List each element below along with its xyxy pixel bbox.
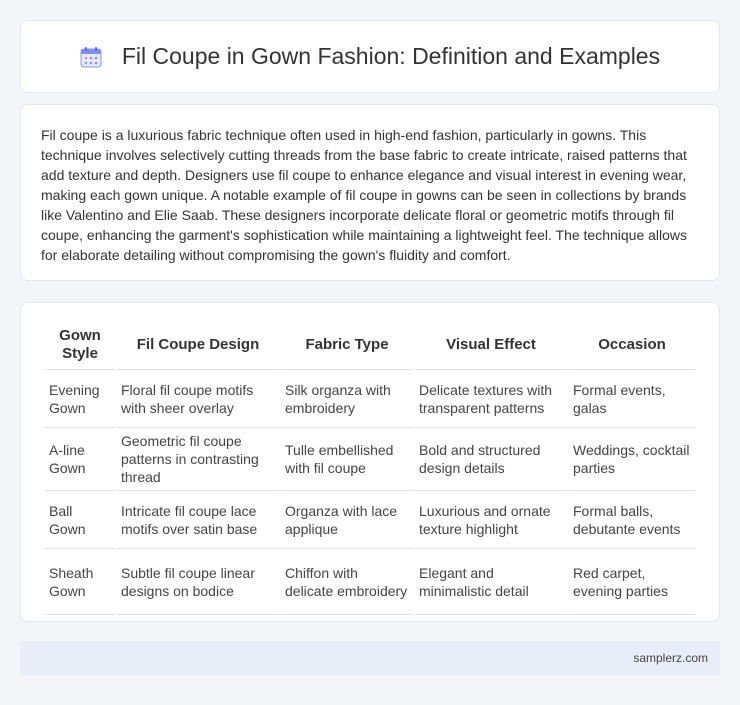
page-title: Fil Coupe in Gown Fashion: Definition an…	[121, 43, 661, 69]
table-cell: Elegant and minimalistic detail	[415, 549, 567, 615]
table-cell: Formal events, galas	[569, 370, 695, 428]
footer-site-link[interactable]: samplerz.com	[633, 651, 708, 665]
column-header: Visual Effect	[415, 323, 567, 370]
table-cell: Subtle fil coupe linear designs on bodic…	[117, 549, 279, 615]
table-cell: Organza with lace applique	[281, 491, 413, 549]
table-cell: Formal balls, debutante events	[569, 491, 695, 549]
table-cell: Evening Gown	[45, 370, 115, 428]
table-cell: Bold and structured design details	[415, 428, 567, 491]
table-cell: Delicate textures with transparent patte…	[415, 370, 567, 428]
column-header: Fabric Type	[281, 323, 413, 370]
table-cell: Red carpet, evening parties	[569, 549, 695, 615]
table-header-row: Gown Style Fil Coupe Design Fabric Type …	[45, 323, 695, 370]
column-header: Fil Coupe Design	[117, 323, 279, 370]
gown-table: Gown Style Fil Coupe Design Fabric Type …	[43, 323, 697, 615]
calendar-icon	[80, 46, 102, 68]
table-row: Evening Gown Floral fil coupe motifs wit…	[45, 370, 695, 428]
table-cell: A-line Gown	[45, 428, 115, 491]
table-cell: Intricate fil coupe lace motifs over sat…	[117, 491, 279, 549]
table-cell: Tulle embellished with fil coupe	[281, 428, 413, 491]
table-cell: Geometric fil coupe patterns in contrast…	[117, 428, 279, 491]
intro-card: Fil coupe is a luxurious fabric techniqu…	[20, 104, 720, 281]
table-row: A-line Gown Geometric fil coupe patterns…	[45, 428, 695, 491]
footer: samplerz.com	[20, 641, 720, 675]
table-cell: Floral fil coupe motifs with sheer overl…	[117, 370, 279, 428]
table-card: Gown Style Fil Coupe Design Fabric Type …	[20, 302, 720, 622]
table-cell: Luxurious and ornate texture highlight	[415, 491, 567, 549]
column-header: Occasion	[569, 323, 695, 370]
table-cell: Chiffon with delicate embroidery	[281, 549, 413, 615]
title-card: Fil Coupe in Gown Fashion: Definition an…	[20, 20, 720, 93]
table-cell: Ball Gown	[45, 491, 115, 549]
intro-paragraph: Fil coupe is a luxurious fabric techniqu…	[41, 127, 688, 263]
table-cell: Sheath Gown	[45, 549, 115, 615]
table-row: Ball Gown Intricate fil coupe lace motif…	[45, 491, 695, 549]
column-header: Gown Style	[45, 323, 115, 370]
table-cell: Weddings, cocktail parties	[569, 428, 695, 491]
table-row: Sheath Gown Subtle fil coupe linear desi…	[45, 549, 695, 615]
table-cell: Silk organza with embroidery	[281, 370, 413, 428]
